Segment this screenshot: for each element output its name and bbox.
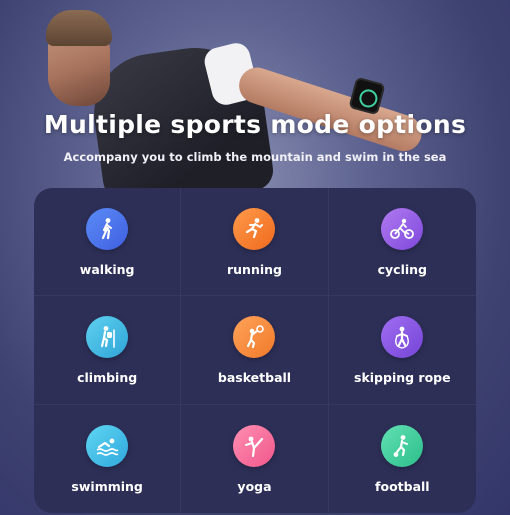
sports-mode-grid: walking running cycling climbing basketb… [34, 188, 476, 513]
sport-label: cycling [377, 262, 428, 277]
yoga-icon [233, 424, 276, 467]
sport-label: basketball [217, 370, 292, 386]
climbing-icon [86, 316, 129, 359]
swimming-icon [86, 424, 129, 467]
walking-icon [86, 208, 129, 250]
sport-walking[interactable]: walking [34, 188, 182, 297]
cycling-icon [381, 208, 424, 250]
skipping-rope-icon [381, 316, 424, 359]
athlete-hair [46, 10, 112, 46]
sport-label: climbing [77, 370, 138, 386]
basketball-icon [233, 316, 276, 359]
page-title: Multiple sports mode options [43, 110, 467, 139]
sport-label: running [226, 262, 282, 277]
sport-swimming[interactable]: swimming [34, 404, 182, 513]
sport-label: walking [79, 262, 135, 277]
sport-yoga[interactable]: yoga [181, 404, 329, 513]
hero-photo [0, 0, 510, 200]
sport-skipping-rope[interactable]: skipping rope [328, 296, 476, 405]
sport-football[interactable]: football [329, 405, 476, 513]
sport-basketball[interactable]: basketball [181, 296, 329, 405]
sport-label: skipping rope [354, 370, 451, 386]
running-icon [233, 208, 276, 250]
sport-label: swimming [71, 478, 143, 494]
football-icon [381, 424, 424, 467]
sport-climbing[interactable]: climbing [34, 296, 182, 405]
sport-label: yoga [237, 478, 272, 494]
sport-label: football [375, 478, 430, 494]
sport-cycling[interactable]: cycling [328, 188, 476, 297]
page-subtitle: Accompany you to climb the mountain and … [63, 150, 447, 164]
sport-running[interactable]: running [181, 188, 329, 297]
